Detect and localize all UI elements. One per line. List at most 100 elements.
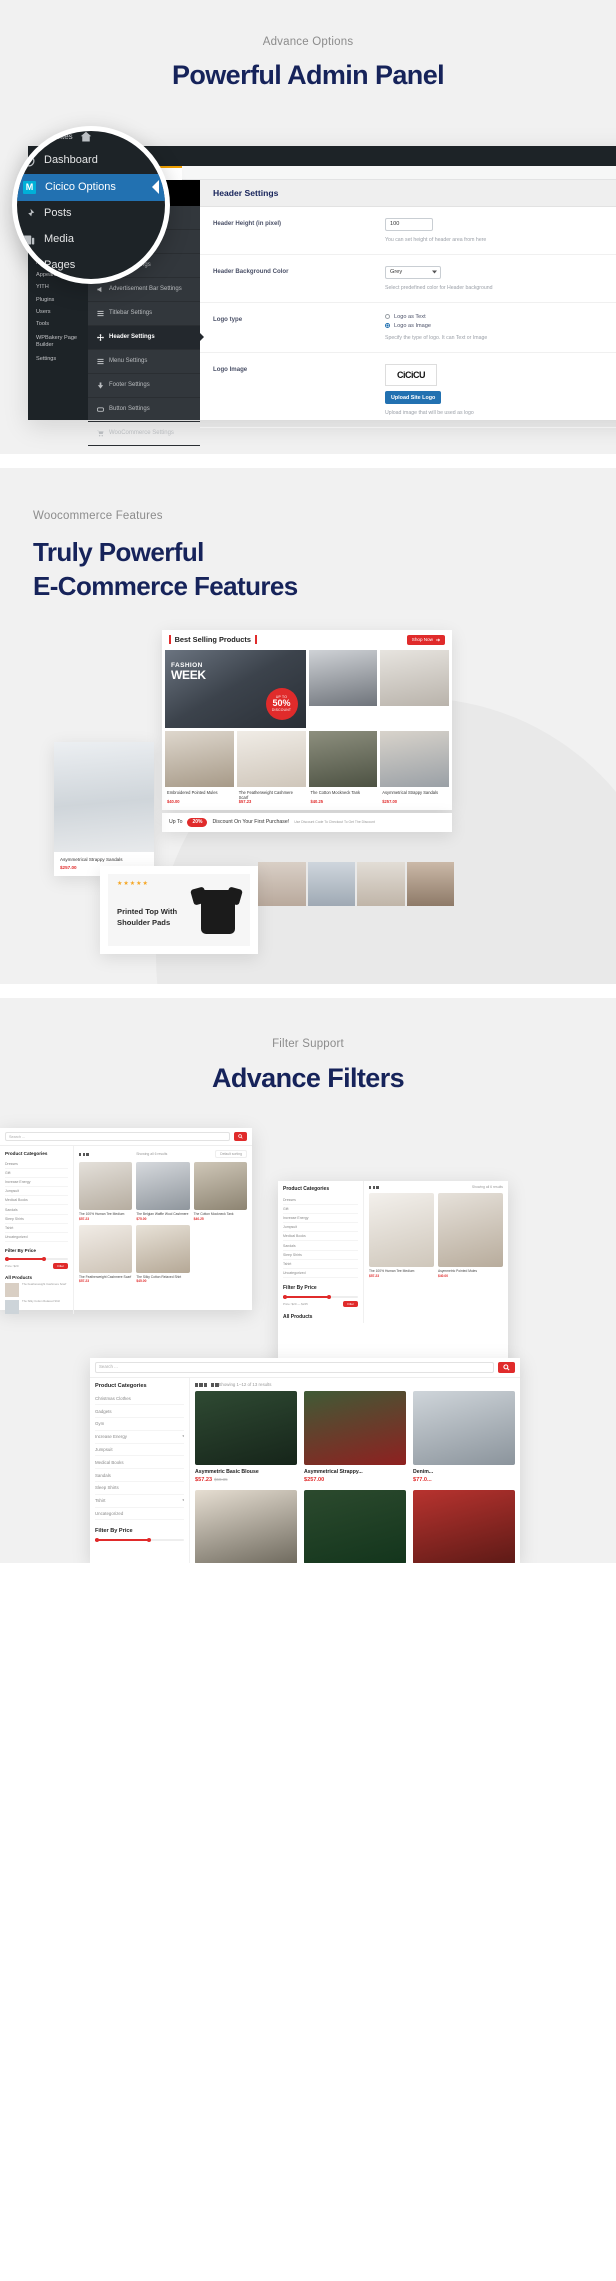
product-card[interactable]: The 100% Human Tee Medium $57.23 [369,1193,434,1278]
grid-view-icon[interactable] [369,1186,379,1189]
upload-site-logo-button[interactable]: Upload Site Logo [385,391,442,405]
magnified-item-posts[interactable]: Posts [17,201,165,227]
submenu-item-woocommerce-settings[interactable]: WooCommerce Settings [88,422,200,446]
submenu-item-button-settings[interactable]: Button Settings [88,398,200,422]
list-item[interactable]: Tshirt [283,1260,358,1269]
sidebar-item-wpbakery[interactable]: WPBakery Page Builder [28,331,88,353]
magnified-item-media[interactable]: Media [17,227,165,253]
list-item[interactable]: Sleep Shirts [283,1251,358,1260]
filter-button[interactable]: Filter [343,1300,358,1308]
category-list[interactable]: Dresses Gift Increase Energy Jumpsuit Me… [283,1195,358,1279]
list-view-icon[interactable] [210,1383,219,1387]
sort-select[interactable]: Default sorting [215,1150,247,1159]
feature-banner[interactable]: FASHION WEEK UP TO 50% DISCOUNT [165,649,306,728]
list-item[interactable]: Gift [283,1205,358,1214]
price-slider[interactable]: Price: $20 Filter [5,1256,68,1270]
product-card[interactable]: The 100% Human Tee Medium $57.23 [79,1162,133,1221]
left-product-card[interactable]: Asymmetrical Strappy Sandals $257.00 ★★★… [54,741,154,876]
list-item[interactable]: Dresses [5,1159,68,1169]
magnified-item-pages[interactable]: Pages [17,253,165,279]
product-card[interactable]: Asymmetric Pointed Mules $40.00 [438,1193,503,1278]
slider-knob-max[interactable] [326,1294,331,1299]
mini-product[interactable]: The Featherweight Cashmere Scarf [5,1282,68,1298]
product-card[interactable] [413,1490,515,1564]
list-item[interactable]: Gift [5,1169,68,1178]
mini-product[interactable]: The Silky Cotton Relaxed Shirt [5,1299,68,1315]
list-item[interactable]: Jumpsuit [95,1444,184,1457]
search-button[interactable] [234,1132,247,1142]
list-item[interactable]: Jumpsuit [283,1223,358,1233]
magnified-item-dashboard[interactable]: Dashboard [17,148,165,174]
product-card[interactable]: Asymmetric Basic Blouse $57.23 $68.35 [195,1391,297,1483]
list-item[interactable]: Gym [95,1418,184,1431]
product-card[interactable]: Asymmetrical Strappy... $257.00 [304,1391,406,1483]
list-item[interactable]: Uncategorized [95,1508,184,1521]
list-item[interactable]: Sandals [95,1469,184,1482]
price-slider[interactable] [95,1537,184,1542]
list-item[interactable]: Jumpsuit [5,1187,68,1197]
sidebar-item-yith[interactable]: YITH [28,282,88,294]
submenu-item-titlebar-settings[interactable]: Titlebar Settings [88,302,200,326]
product-card[interactable]: The Featherweight Cashmere Scarf $57.23 [79,1224,133,1283]
list-item[interactable]: Uncategorized [5,1233,68,1243]
magnified-my-sites[interactable]: My Sites [17,131,165,148]
filter-button[interactable]: Filter [53,1262,68,1270]
grid-view-icon[interactable] [79,1153,89,1156]
product-card[interactable]: The Featherweight Cashmere Scarf $57.23 [236,730,306,807]
category-list[interactable]: Christmas Clothes Gadgets Gym Increase E… [95,1392,184,1521]
list-item[interactable]: Medical Books [5,1196,68,1206]
product-card[interactable]: The Cotton Mockneck Tank $40.25 [308,730,378,807]
header-height-input[interactable]: 100 [385,217,433,231]
list-item[interactable]: Medical Books [283,1232,358,1242]
product-card[interactable]: The Cotton Mockneck Tank $40.25 [193,1162,247,1221]
promo-bar[interactable]: Up To 20% Discount On Your First Purchas… [162,812,452,832]
radio-logo-as-text[interactable]: Logo as Text [385,314,616,320]
slider-knob-max[interactable] [146,1537,151,1542]
product-card[interactable] [195,1490,297,1564]
product-card[interactable] [308,649,378,728]
list-item[interactable]: Increase Energy [283,1214,358,1224]
list-item[interactable]: Sleep Shirts [5,1215,68,1224]
search-button[interactable] [498,1362,515,1374]
radio-logo-as-image[interactable]: Logo as Image [385,323,616,329]
product-card[interactable]: The Belgian Waffle Wool Cashmere $75.00 [136,1162,190,1221]
slider-knob-min[interactable] [5,1256,9,1261]
product-card[interactable]: The Silky Cotton Relaxed Shirt $45.00 [136,1224,190,1283]
price-slider[interactable]: Price: $20 — $245 Filter [283,1294,358,1308]
list-item[interactable]: Sandals [5,1205,68,1215]
submenu-item-header-settings[interactable]: Header Settings [88,325,200,350]
grid-view-icon[interactable] [195,1383,207,1387]
product-card[interactable]: Embroidered Pointed Mules $40.00 [165,730,234,807]
list-item[interactable]: Medical Books [95,1456,184,1470]
product-card[interactable]: Asymmetrical Strappy Sandals $257.00 [380,730,449,807]
list-item[interactable]: Dresses [283,1195,358,1205]
submenu-item-widget-design[interactable]: Widget Design [88,446,200,454]
list-item[interactable]: Increase Energy ▾ [95,1431,184,1444]
sidebar-item-plugins[interactable]: Plugins [28,294,88,306]
list-item[interactable]: Tshirt [5,1224,68,1233]
list-item[interactable]: Sleep Shirts [95,1482,184,1495]
list-item[interactable]: Uncategorized [283,1269,358,1279]
product-card[interactable]: Denim... $77.0... [413,1391,515,1483]
submenu-item-menu-settings[interactable]: Menu Settings [88,350,200,374]
list-item[interactable]: Christmas Clothes [95,1392,184,1406]
list-item[interactable]: Sandals [283,1241,358,1251]
header-bg-color-select[interactable]: Grey [385,265,441,279]
list-item[interactable]: Tshirt ▾ [95,1495,184,1508]
magnified-item-cicico-options[interactable]: M Cicico Options [17,173,165,201]
search-input[interactable]: Search ... [95,1362,494,1374]
category-list[interactable]: Dresses Gift Increase Energy Jumpsuit Me… [5,1159,68,1243]
submenu-item-footer-settings[interactable]: Footer Settings [88,374,200,398]
sidebar-item-tools[interactable]: Tools [28,319,88,331]
list-item[interactable]: Gadgets [95,1405,184,1419]
slider-knob-min[interactable] [283,1294,287,1299]
sidebar-item-users[interactable]: Users [28,307,88,319]
slider-knob-min[interactable] [95,1537,99,1542]
sidebar-item-settings[interactable]: Settings [28,353,88,365]
list-item[interactable]: Increase Energy [5,1178,68,1188]
slider-knob-max[interactable] [41,1256,46,1261]
search-input[interactable]: Search ... [5,1132,230,1142]
tshirt-promo-card[interactable]: ★★★★★ Printed Top With Shoulder Pads [100,865,258,954]
product-card[interactable] [380,649,449,728]
shop-now-button[interactable]: Shop Now [406,634,445,645]
